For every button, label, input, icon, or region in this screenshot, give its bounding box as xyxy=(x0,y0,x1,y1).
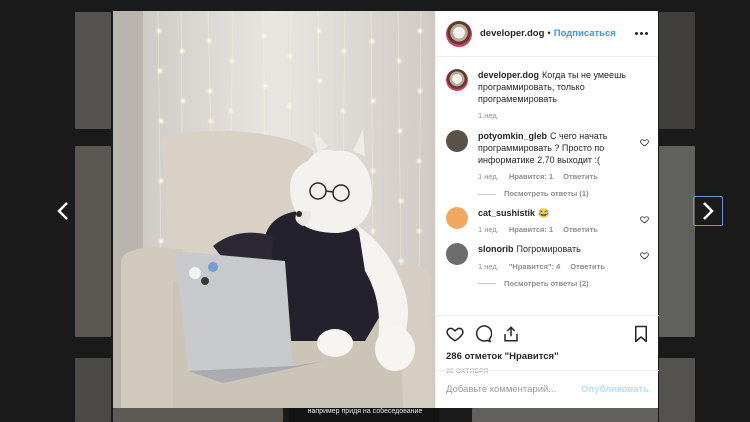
post-photo[interactable] xyxy=(113,11,435,408)
add-comment-bar: Опубликовать xyxy=(436,370,659,408)
comment-text: 😂 xyxy=(538,208,550,219)
comment-username[interactable]: potyomkin_gleb xyxy=(478,131,547,141)
reply-button[interactable]: Ответить xyxy=(563,172,598,182)
more-options-icon[interactable] xyxy=(635,32,648,35)
reply-button[interactable]: Ответить xyxy=(563,225,598,235)
dog-with-laptop-image xyxy=(113,11,435,408)
caption-author-avatar[interactable] xyxy=(446,69,468,91)
post-modal: developer.dog • Подписаться developer.do… xyxy=(113,11,659,408)
comment-item: cat_sushistik 😂 1 нед. Нравится: 1 Ответи… xyxy=(446,207,649,235)
comment-likes[interactable]: Нравится: 1 xyxy=(509,225,553,235)
author-username[interactable]: developer.dog xyxy=(480,28,544,39)
post-actions: 286 отметок "Нравится" 26 ОКТЯБРЯ xyxy=(436,315,659,375)
background-post-caption: например придя на собеседование xyxy=(307,408,423,415)
separator-dot: • xyxy=(547,28,551,39)
author-avatar[interactable] xyxy=(446,20,472,47)
heart-icon[interactable] xyxy=(446,325,464,343)
comment-time[interactable]: 1 нед. xyxy=(478,225,499,235)
share-icon[interactable] xyxy=(502,325,520,343)
next-post-button[interactable] xyxy=(693,196,723,226)
comment-avatar[interactable] xyxy=(446,129,468,152)
reply-button[interactable]: Ответить xyxy=(570,262,605,272)
comment-time[interactable]: 1 нед. xyxy=(478,172,499,182)
comments-list[interactable]: developer.dog Когда ты не умеешь программ… xyxy=(436,69,659,319)
comment-likes[interactable]: "Нравится": 4 xyxy=(509,262,560,272)
comment-username[interactable]: slonorib xyxy=(478,244,514,254)
bookmark-icon[interactable] xyxy=(633,325,649,343)
follow-button[interactable]: Подписаться xyxy=(554,28,616,39)
caption: developer.dog Когда ты не умеешь программ… xyxy=(446,69,649,122)
post-header: developer.dog • Подписаться xyxy=(436,11,658,57)
caption-time[interactable]: 1 нед. xyxy=(478,111,499,121)
chevron-left-icon xyxy=(57,202,68,220)
comment-item: slonorib Погромировать 1 нед. "Нравится":… xyxy=(446,243,649,288)
comment-likes[interactable]: Нравится: 1 xyxy=(509,172,553,182)
view-replies-button[interactable]: Посмотреть ответы (2) xyxy=(478,279,634,289)
comment-text: Погромировать xyxy=(516,244,581,255)
chevron-right-icon xyxy=(703,202,714,220)
comment-input[interactable] xyxy=(446,384,582,395)
comment-heart-icon[interactable] xyxy=(640,138,649,147)
comment-icon[interactable] xyxy=(474,325,492,343)
likes-count[interactable]: 286 отметок "Нравится" xyxy=(446,351,649,362)
comment-time[interactable]: 1 нед. xyxy=(478,262,499,272)
view-replies-button[interactable]: Посмотреть ответы (1) xyxy=(478,189,634,199)
post-sidebar: developer.dog • Подписаться developer.do… xyxy=(435,11,659,408)
previous-post-button[interactable] xyxy=(48,196,78,226)
comment-avatar[interactable] xyxy=(446,243,468,266)
comment-heart-icon[interactable] xyxy=(640,251,649,260)
publish-button[interactable]: Опубликовать xyxy=(581,384,649,395)
comment-username[interactable]: cat_sushistik xyxy=(478,208,535,218)
comment-item: potyomkin_gleb С чего начать программиров… xyxy=(446,129,649,200)
comment-avatar[interactable] xyxy=(446,207,468,230)
caption-username[interactable]: developer.dog xyxy=(478,70,539,80)
comment-heart-icon[interactable] xyxy=(640,215,649,224)
